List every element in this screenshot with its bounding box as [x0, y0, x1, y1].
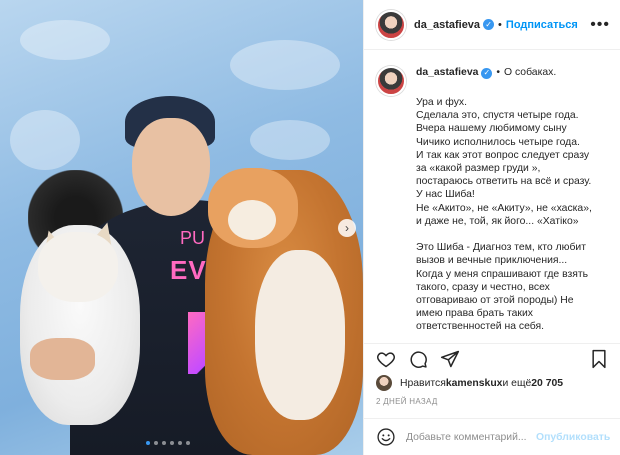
post-photo[interactable]: PU EVE ›	[0, 0, 363, 455]
comment-bar: Опубликовать	[364, 418, 620, 455]
post-date[interactable]: 2 ДНЕЙ НАЗАД	[376, 397, 438, 406]
liker-username[interactable]: kamenskux	[446, 378, 503, 389]
caption-line: такого, сразу и честно, всех	[416, 281, 550, 293]
caption-line: Когда у меня спрашивают где взять	[416, 268, 589, 280]
likes-middle: и ещё	[502, 377, 532, 389]
carousel-dot	[178, 441, 182, 445]
author-username[interactable]: da_astafieva	[414, 19, 480, 31]
caption-line: постараюсь ответить на всё и сразу.	[416, 176, 592, 188]
more-options-icon[interactable]: •••	[590, 16, 610, 34]
caption-line: за «какой размер груди »,	[416, 163, 541, 175]
caption: da_astafieva ✓ • О собаках. Ура и фух. Сд…	[364, 50, 620, 342]
snow-texture	[250, 120, 330, 160]
carousel-dot	[162, 441, 166, 445]
carousel-dots	[146, 441, 190, 445]
verified-badge-icon: ✓	[481, 67, 493, 79]
caption-tagline: О собаках.	[504, 67, 557, 79]
caption-line: Не «Акито», не «Акиту», не «хаска»,	[416, 202, 592, 214]
caption-line: Чичико исполнилось четыре года.	[416, 136, 580, 148]
snow-texture	[230, 40, 340, 90]
snow-texture	[20, 20, 110, 60]
carousel-dot	[154, 441, 158, 445]
caption-line: имею права брать таких	[416, 308, 533, 320]
caption-line: ответственностей на себя.	[416, 321, 544, 333]
caption-username[interactable]: da_astafieva	[416, 66, 478, 79]
post-header: da_astafieva ✓ • Подписаться •••	[364, 0, 620, 50]
hoodie-print-top: PU	[180, 228, 206, 248]
caption-text: Ура и фух. Сделала это, спустя четыре год…	[416, 96, 592, 334]
snow-texture	[10, 110, 80, 170]
likes-row: Нравится kamenskux и ещё 20 705	[376, 375, 563, 391]
caption-line: Вчера нашему любимому сыну	[416, 123, 567, 135]
red-shiba-belly	[255, 250, 345, 420]
chevron-right-icon[interactable]: ›	[338, 219, 356, 237]
likes-count[interactable]: 20 705	[531, 378, 563, 389]
heart-icon[interactable]	[376, 349, 396, 369]
caption-header: da_astafieva ✓ • О собаках.	[416, 66, 592, 80]
red-shiba-muzzle	[228, 200, 276, 240]
likes-prefix: Нравится	[400, 377, 446, 389]
header-separator: •	[498, 18, 502, 31]
liker-avatar[interactable]	[376, 375, 392, 391]
caption-author-avatar[interactable]	[376, 66, 406, 96]
carousel-dot	[186, 441, 190, 445]
post-side-panel: da_astafieva ✓ • Подписаться ••• da_asta…	[363, 0, 620, 455]
caption-gap	[416, 228, 592, 241]
caption-line: и даже не, той, як його... «Хатіко»	[416, 215, 579, 227]
caption-line: отговариваю от этой породы) Не	[416, 295, 574, 307]
author-avatar[interactable]	[376, 9, 406, 40]
caption-line: вызов и вечные приключения...	[416, 255, 568, 267]
emoji-icon[interactable]	[376, 427, 396, 447]
caption-separator: •	[496, 67, 501, 79]
carousel-dot	[146, 441, 150, 445]
bookmark-icon[interactable]	[589, 349, 609, 369]
woman-face	[132, 118, 210, 216]
verified-badge-icon: ✓	[483, 19, 495, 30]
caption-line: У нас Шиба!	[416, 189, 475, 201]
caption-line: Ура и фух.	[416, 97, 467, 108]
carousel-dot	[170, 441, 174, 445]
action-bar	[364, 343, 620, 373]
caption-body: da_astafieva ✓ • О собаках. Ура и фух. Сд…	[416, 64, 592, 342]
comment-icon[interactable]	[408, 349, 428, 369]
share-icon[interactable]	[440, 349, 460, 369]
hand	[30, 338, 95, 380]
white-dog-head	[38, 232, 118, 302]
publish-button[interactable]: Опубликовать	[536, 432, 610, 443]
caption-line: Сделала это, спустя четыре года.	[416, 110, 579, 122]
caption-line: Это Шиба - Диагноз тем, кто любит	[416, 242, 586, 254]
comment-input[interactable]	[406, 431, 536, 443]
caption-line: И так как этот вопрос следует сразу	[416, 149, 590, 161]
follow-button[interactable]: Подписаться	[506, 19, 578, 31]
